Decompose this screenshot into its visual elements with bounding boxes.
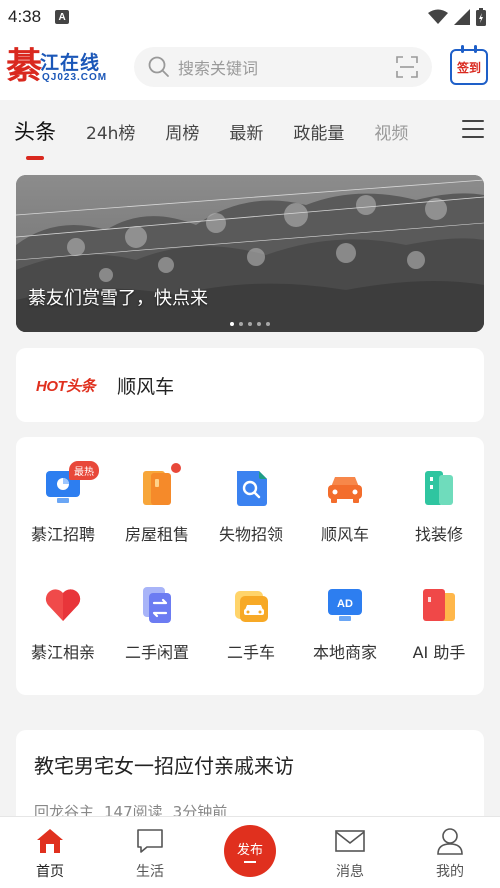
tab-weekly[interactable]: 周榜 [165,119,199,144]
heart-icon [43,585,83,625]
signal-icon [454,9,470,25]
service-label: 二手车 [226,643,275,662]
service-label: 顺风车 [320,525,369,544]
banner-caption: 綦友们赏雪了，快点来 [28,288,208,309]
tab-headlines[interactable]: 头条 [14,116,56,160]
site-logo[interactable]: 綦 江在线 QJ023.COM [6,44,124,90]
search-icon [148,56,169,77]
status-time: 4:38 [8,7,42,26]
home-icon [37,829,63,853]
banner-carousel[interactable]: 綦友们赏雪了，快点来 [16,175,484,332]
service-carpool[interactable]: 顺风车 [298,467,392,545]
service-dating[interactable]: 綦江相亲 [16,585,110,663]
publish-line-icon [244,861,256,863]
tab-latest[interactable]: 最新 [229,119,263,144]
service-housing[interactable]: 房屋租售 [110,461,204,545]
nav-mine[interactable]: 我的 [400,817,500,888]
monitor-icon: 最热 [43,461,99,507]
service-used-car[interactable]: 二手车 [204,585,298,663]
service-label: 綦江相亲 [30,643,95,662]
service-recruit[interactable]: 最热 綦江招聘 [16,461,110,545]
checkin-button[interactable]: 签到 [450,45,488,85]
app-header: 綦 江在线 QJ023.COM 搜索关键词 签到 [0,34,500,100]
hot-headline-card[interactable]: HOT头条 顺风车 [16,348,484,422]
tab-24h[interactable]: 24h榜 [86,119,135,144]
article-card[interactable]: 教宅男宅女一招应付亲戚来访 回龙谷主 147阅读 3分钟前 [16,730,484,830]
wifi-icon [428,9,448,24]
building-icon [419,467,459,507]
nav-mine-label: 我的 [436,864,464,880]
search-doc-icon [231,467,271,507]
service-local-business[interactable]: AD 本地商家 [298,585,392,663]
publish-button[interactable]: 发布 [224,825,276,877]
nav-life[interactable]: 生活 [100,817,200,888]
service-ai-assistant[interactable]: AI 助手 [392,585,486,663]
tab-politics[interactable]: 政能量 [293,119,344,144]
chat-icon [137,829,163,853]
hot-badge: 最热 [69,461,99,480]
hot-tag-logo: HOT头条 [36,377,96,395]
notification-icon: A [55,10,70,24]
nav-messages-label: 消息 [336,864,364,880]
logo-url: QJ023.COM [42,72,108,83]
menu-icon[interactable] [462,120,484,144]
nav-home[interactable]: 首页 [0,817,100,888]
door-icon [137,461,183,507]
service-secondhand[interactable]: 二手闲置 [110,585,204,663]
search-input[interactable]: 搜索关键词 [134,47,432,87]
battery-icon [476,8,486,26]
ai-cards-icon [419,585,459,625]
service-label: 二手闲置 [124,643,189,662]
ad-text: AD [337,598,353,610]
service-renovation[interactable]: 找装修 [392,467,486,545]
service-label: 找装修 [414,525,463,544]
status-bar: 4:38 A [0,0,500,34]
service-label: 綦江招聘 [30,525,95,544]
checkin-label: 签到 [456,60,481,75]
nav-life-label: 生活 [136,864,164,880]
nav-home-label: 首页 [36,864,64,880]
service-label: 本地商家 [312,643,377,662]
car-icon [325,467,365,507]
status-icons [428,8,486,26]
new-dot-badge [169,461,183,475]
logo-text: 江在线 [40,52,101,74]
search-placeholder: 搜索关键词 [178,59,259,78]
mail-icon [335,830,365,852]
category-tabs: 头条 24h榜 周榜 最新 政能量 视频 [0,100,500,162]
service-label: 失物招领 [218,525,283,544]
carousel-indicator [230,322,270,326]
ad-screen-icon: AD [325,585,365,625]
service-label: AI 助手 [412,643,466,662]
service-lost-found[interactable]: 失物招领 [204,467,298,545]
hot-headline-text: 顺风车 [117,375,175,398]
publish-label: 发布 [236,843,263,859]
article-title: 教宅男宅女一招应付亲戚来访 [34,754,294,778]
tab-video[interactable]: 视频 [374,119,408,144]
service-label: 房屋租售 [124,525,189,544]
used-car-icon [231,585,271,625]
exchange-icon [137,585,177,625]
logo-character: 綦 [6,45,43,87]
nav-publish[interactable]: 发布 [200,817,300,888]
user-icon [437,828,463,855]
services-grid: 最热 綦江招聘 房屋租售 失物招领 顺风车 找装修 綦江相亲 二手闲置 二手车 … [16,437,484,695]
bottom-nav: 首页 生活 发布 消息 我的 [0,816,500,888]
nav-messages[interactable]: 消息 [300,817,400,888]
scan-icon[interactable] [396,56,418,78]
